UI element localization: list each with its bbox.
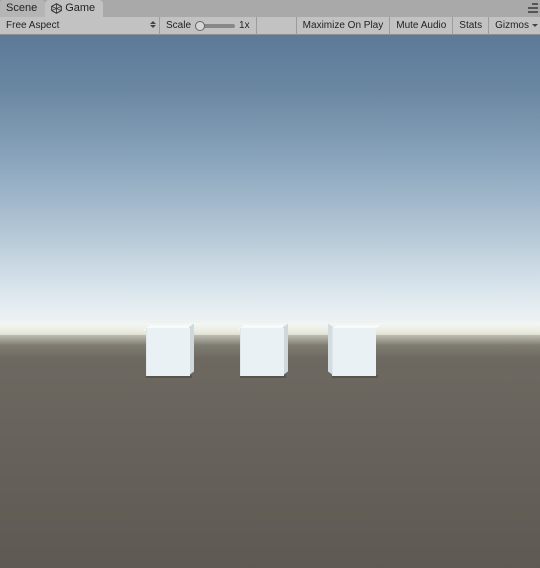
aspect-dropdown[interactable]: Free Aspect [0, 17, 160, 35]
sky-gradient [0, 35, 540, 335]
game-viewport [0, 35, 540, 568]
stats-button[interactable]: Stats [452, 17, 488, 35]
scale-control: Scale 1x [160, 17, 257, 35]
scene-cube [146, 326, 194, 376]
aspect-label: Free Aspect [6, 20, 59, 31]
panel-menu-icon[interactable] [526, 2, 538, 14]
scene-cube [240, 326, 288, 376]
dropdown-icon [150, 21, 156, 28]
scale-slider-thumb[interactable] [195, 21, 205, 31]
scale-slider[interactable] [195, 24, 235, 28]
maximize-on-play-button[interactable]: Maximize On Play [296, 17, 390, 35]
game-toolbar: Free Aspect Scale 1x Maximize On Play Mu… [0, 17, 540, 35]
scale-label: Scale [166, 20, 191, 31]
scale-value: 1x [239, 20, 250, 31]
tab-game-label: Game [65, 1, 95, 16]
tab-bar: Scene Game [0, 0, 540, 17]
scene-cube [332, 326, 380, 376]
tab-scene-label: Scene [6, 1, 37, 16]
tab-scene[interactable]: Scene [0, 0, 45, 17]
chevron-down-icon [532, 24, 538, 27]
unity-icon [51, 3, 62, 14]
mute-audio-button[interactable]: Mute Audio [389, 17, 452, 35]
gizmos-dropdown[interactable]: Gizmos [488, 17, 540, 35]
tab-game[interactable]: Game [45, 0, 103, 17]
